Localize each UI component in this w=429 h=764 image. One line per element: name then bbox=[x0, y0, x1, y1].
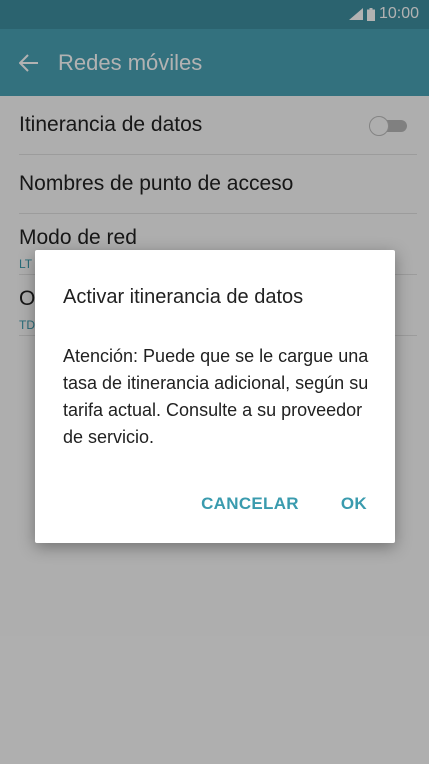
ok-button[interactable]: OK bbox=[341, 494, 367, 514]
dialog-title: Activar itinerancia de datos bbox=[63, 286, 304, 308]
roaming-dialog: Activar itinerancia de datos Atención: P… bbox=[35, 250, 395, 543]
dialog-actions: CANCELAR OK bbox=[201, 494, 367, 514]
status-scrim bbox=[0, 0, 429, 29]
dialog-message: Atención: Puede que se le cargue una tas… bbox=[63, 346, 369, 447]
cancel-button[interactable]: CANCELAR bbox=[201, 494, 299, 514]
